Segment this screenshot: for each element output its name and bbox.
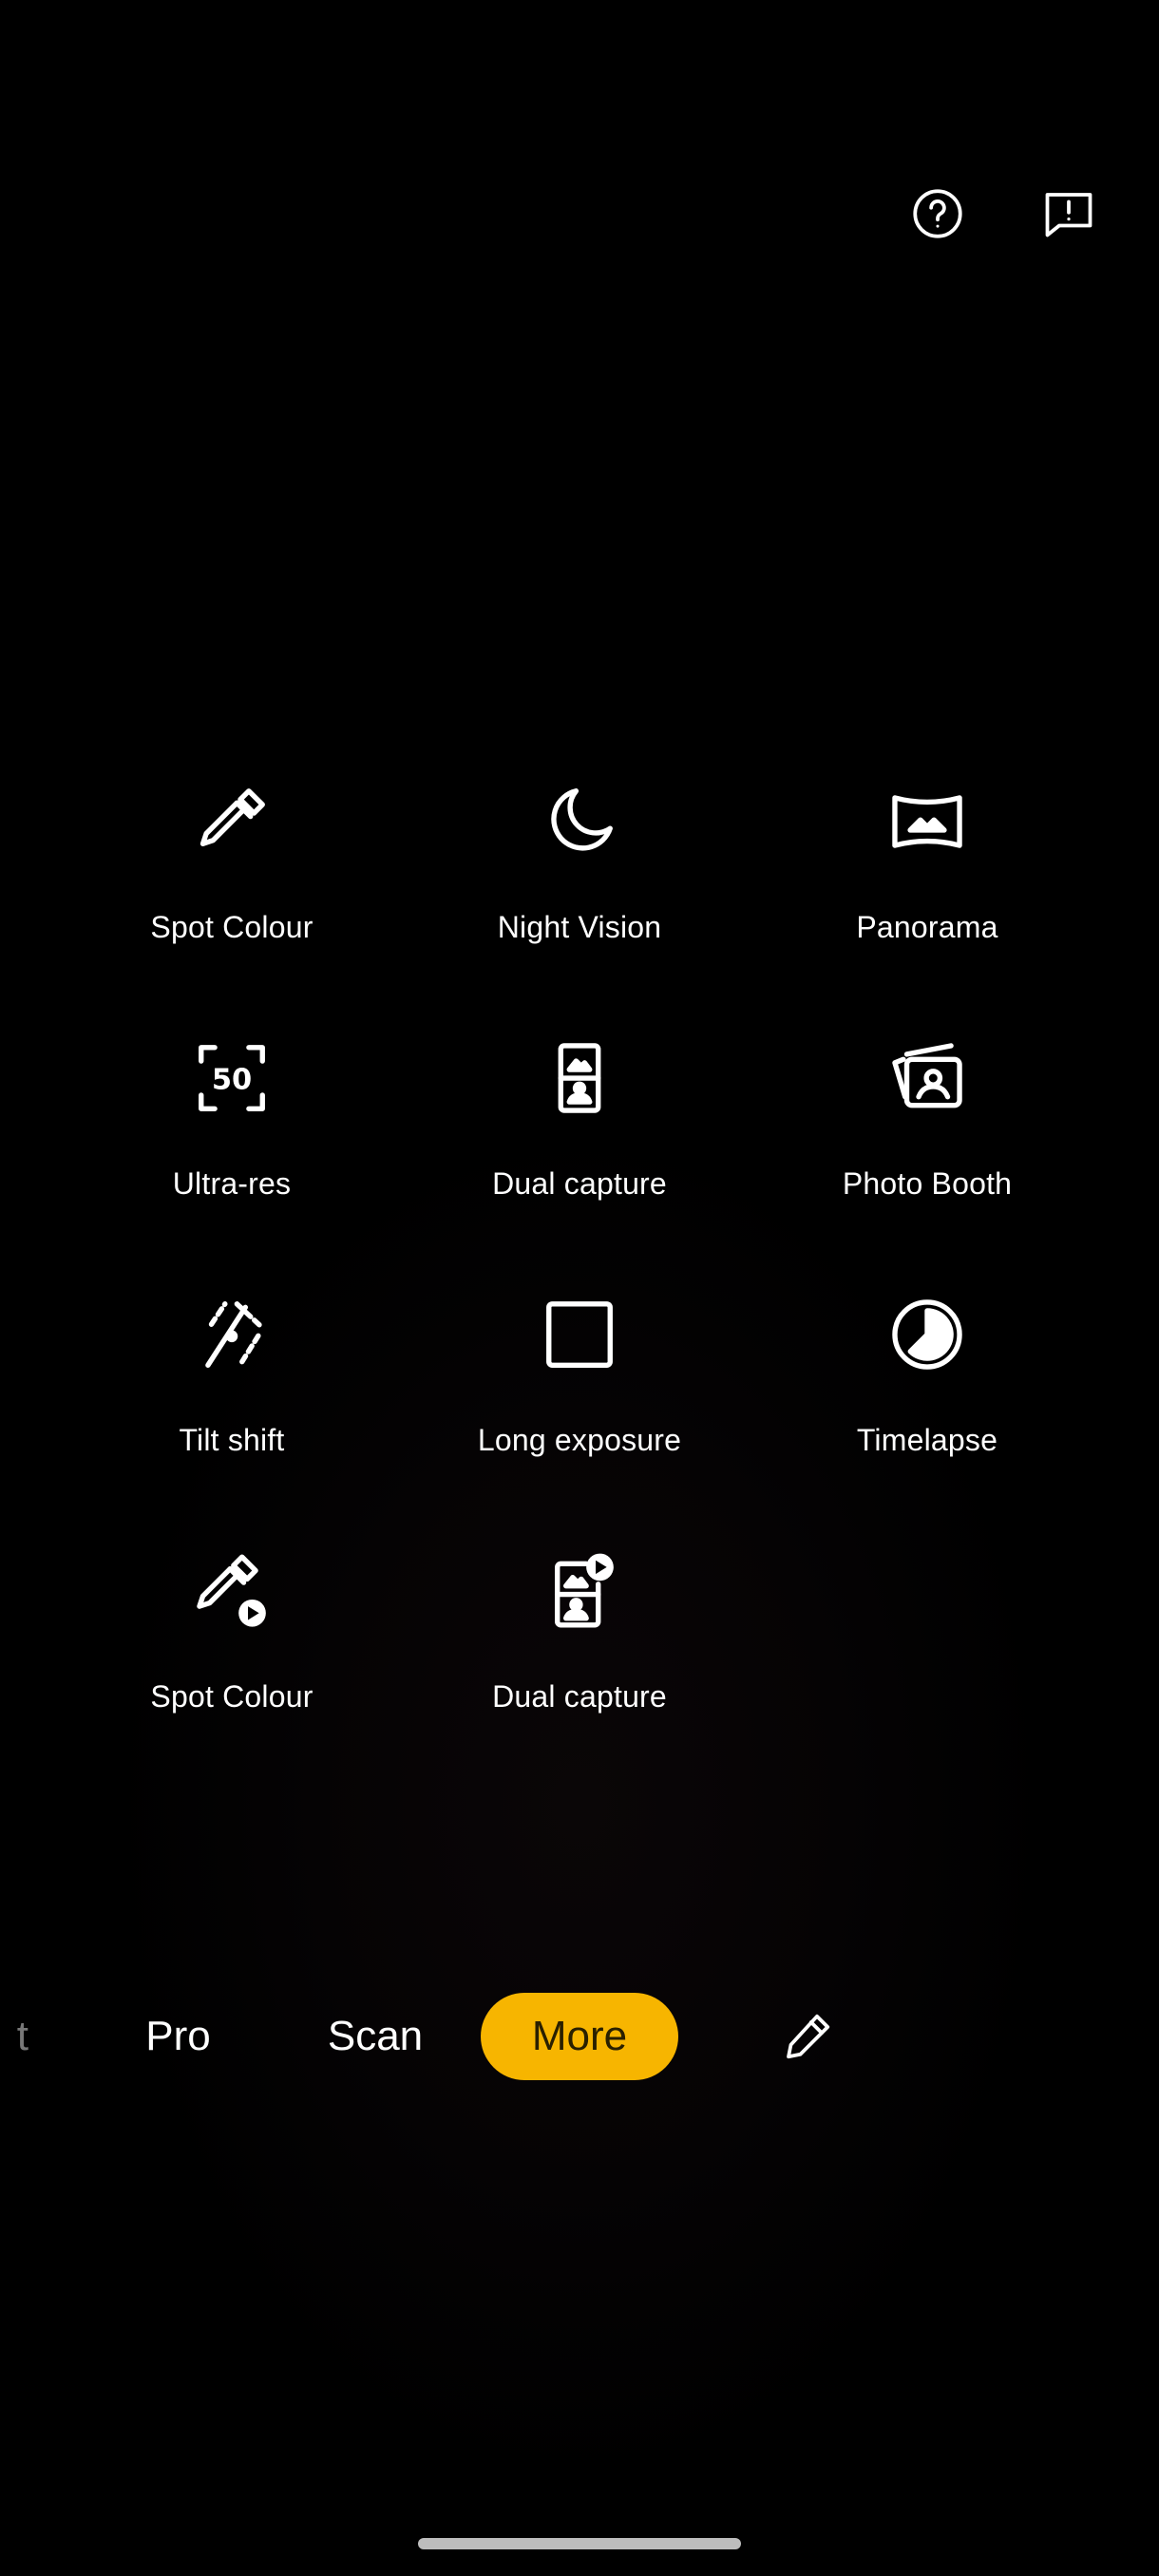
- feedback-button[interactable]: [1036, 180, 1102, 247]
- mode-label: Tilt shift: [179, 1423, 285, 1457]
- mode-label: Photo Booth: [842, 1166, 1013, 1201]
- mode-label: Ultra-res: [172, 1166, 292, 1201]
- feedback-icon: [1045, 193, 1092, 237]
- top-toolbar: [904, 180, 1102, 247]
- dual-capture-video-icon: [555, 1553, 614, 1628]
- help-circle-icon: [913, 189, 962, 238]
- eyedropper-icon: [200, 788, 265, 846]
- mode-long-exposure[interactable]: Long exposure: [406, 1292, 753, 1548]
- timelapse-icon: [892, 1299, 962, 1370]
- mode-label: Dual capture: [492, 1679, 667, 1714]
- mode-spot-colour-video[interactable]: Spot Colour: [58, 1548, 406, 1805]
- mode-panorama[interactable]: Panorama: [753, 779, 1101, 1035]
- mode-tab-partial[interactable]: t: [0, 1993, 28, 2080]
- help-button[interactable]: [904, 180, 971, 247]
- mode-label: Panorama: [856, 910, 998, 944]
- mode-grid: Spot Colour Night Vision Panorama 50 Ult…: [0, 779, 1159, 1805]
- edit-modes-button[interactable]: [779, 2008, 840, 2069]
- mode-label: Night Vision: [497, 910, 662, 944]
- ultra-res-50-icon: 50: [199, 1045, 265, 1111]
- mode-tilt-shift[interactable]: Tilt shift: [58, 1292, 406, 1548]
- mode-timelapse[interactable]: Timelapse: [753, 1292, 1101, 1548]
- pencil-icon: [787, 2014, 830, 2059]
- mode-label: Timelapse: [856, 1423, 998, 1457]
- home-indicator[interactable]: [418, 2538, 741, 2549]
- mode-label: Long exposure: [477, 1423, 682, 1457]
- mode-ultra-res[interactable]: 50 Ultra-res: [58, 1035, 406, 1292]
- mode-spot-colour[interactable]: Spot Colour: [58, 779, 406, 1035]
- photo-booth-icon: [892, 1043, 962, 1108]
- mode-tab-pro[interactable]: Pro: [133, 1993, 223, 2080]
- mode-dual-capture-video[interactable]: Dual capture: [406, 1548, 753, 1805]
- dual-capture-icon: [558, 1043, 601, 1113]
- tilt-shift-icon: [205, 1301, 265, 1368]
- eyedropper-video-icon: [197, 1554, 266, 1627]
- mode-label: Spot Colour: [150, 910, 314, 944]
- mode-tab-more[interactable]: More: [481, 1993, 678, 2080]
- mode-dual-capture[interactable]: Dual capture: [406, 1035, 753, 1292]
- svg-text:50: 50: [212, 1064, 252, 1097]
- mode-photo-booth[interactable]: Photo Booth: [753, 1035, 1101, 1292]
- panorama-icon: [892, 795, 962, 848]
- mode-label: Dual capture: [492, 1166, 667, 1201]
- moon-icon: [551, 788, 613, 851]
- camera-mode-bar: t Pro Scan More: [0, 1993, 1159, 2088]
- mode-label: Spot Colour: [150, 1679, 314, 1714]
- long-exposure-icon: [546, 1301, 613, 1368]
- mode-night-vision[interactable]: Night Vision: [406, 779, 753, 1035]
- mode-tab-scan[interactable]: Scan: [314, 1993, 437, 2080]
